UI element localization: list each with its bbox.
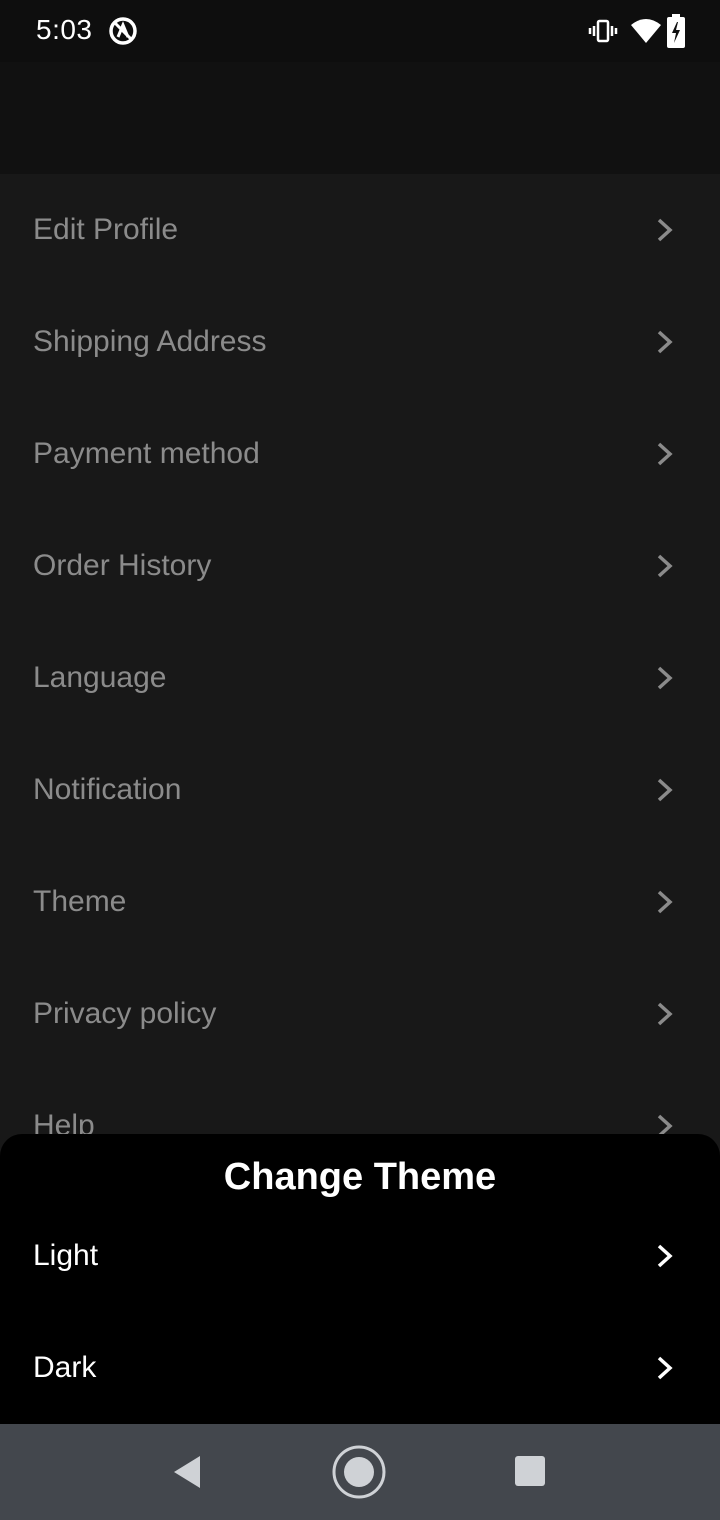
chevron-right-icon <box>657 778 673 802</box>
settings-item-theme[interactable]: Theme <box>0 846 720 958</box>
theme-option-light[interactable]: Light <box>0 1200 720 1312</box>
settings-item-label: Order History <box>33 549 212 582</box>
settings-item-label: Edit Profile <box>33 213 179 246</box>
app-header <box>0 62 720 174</box>
home-icon[interactable] <box>331 1444 387 1500</box>
app-notification-icon <box>109 17 137 45</box>
battery-charging-icon <box>667 14 685 48</box>
status-bar: 5:03 <box>0 0 720 62</box>
wifi-icon <box>631 19 661 43</box>
theme-bottom-sheet: Change Theme Light Dark <box>0 1134 720 1424</box>
settings-item-language[interactable]: Language <box>0 622 720 734</box>
chevron-right-icon <box>657 218 673 242</box>
status-time: 5:03 <box>36 14 93 45</box>
settings-list: Edit Profile Shipping Address Payment me… <box>0 174 720 1182</box>
recents-icon[interactable] <box>513 1454 547 1488</box>
settings-item-shipping-address[interactable]: Shipping Address <box>0 286 720 398</box>
chevron-right-icon <box>657 330 673 354</box>
screen: 5:03 Edit Profile Shipping Address Payme… <box>0 0 720 1520</box>
chevron-right-icon <box>657 1244 673 1268</box>
settings-item-edit-profile[interactable]: Edit Profile <box>0 174 720 286</box>
settings-item-label: Theme <box>33 885 127 918</box>
settings-item-label: Payment method <box>33 437 260 470</box>
chevron-right-icon <box>657 666 673 690</box>
back-icon[interactable] <box>168 1452 208 1492</box>
navigation-bar <box>0 1424 720 1520</box>
settings-item-privacy-policy[interactable]: Privacy policy <box>0 958 720 1070</box>
settings-item-label: Language <box>33 661 167 694</box>
vibrate-icon <box>588 19 618 43</box>
settings-item-label: Privacy policy <box>33 997 217 1030</box>
chevron-right-icon <box>657 890 673 914</box>
chevron-right-icon <box>657 1356 673 1380</box>
settings-item-label: Shipping Address <box>33 325 267 358</box>
chevron-right-icon <box>657 554 673 578</box>
settings-item-payment-method[interactable]: Payment method <box>0 398 720 510</box>
sheet-title: Change Theme <box>223 1156 497 1198</box>
chevron-right-icon <box>657 1002 673 1026</box>
theme-option-label: Light <box>33 1239 99 1272</box>
settings-item-notification[interactable]: Notification <box>0 734 720 846</box>
theme-option-label: Dark <box>33 1351 97 1384</box>
settings-item-label: Notification <box>33 773 182 806</box>
settings-item-order-history[interactable]: Order History <box>0 510 720 622</box>
chevron-right-icon <box>657 442 673 466</box>
theme-option-dark[interactable]: Dark <box>0 1312 720 1424</box>
